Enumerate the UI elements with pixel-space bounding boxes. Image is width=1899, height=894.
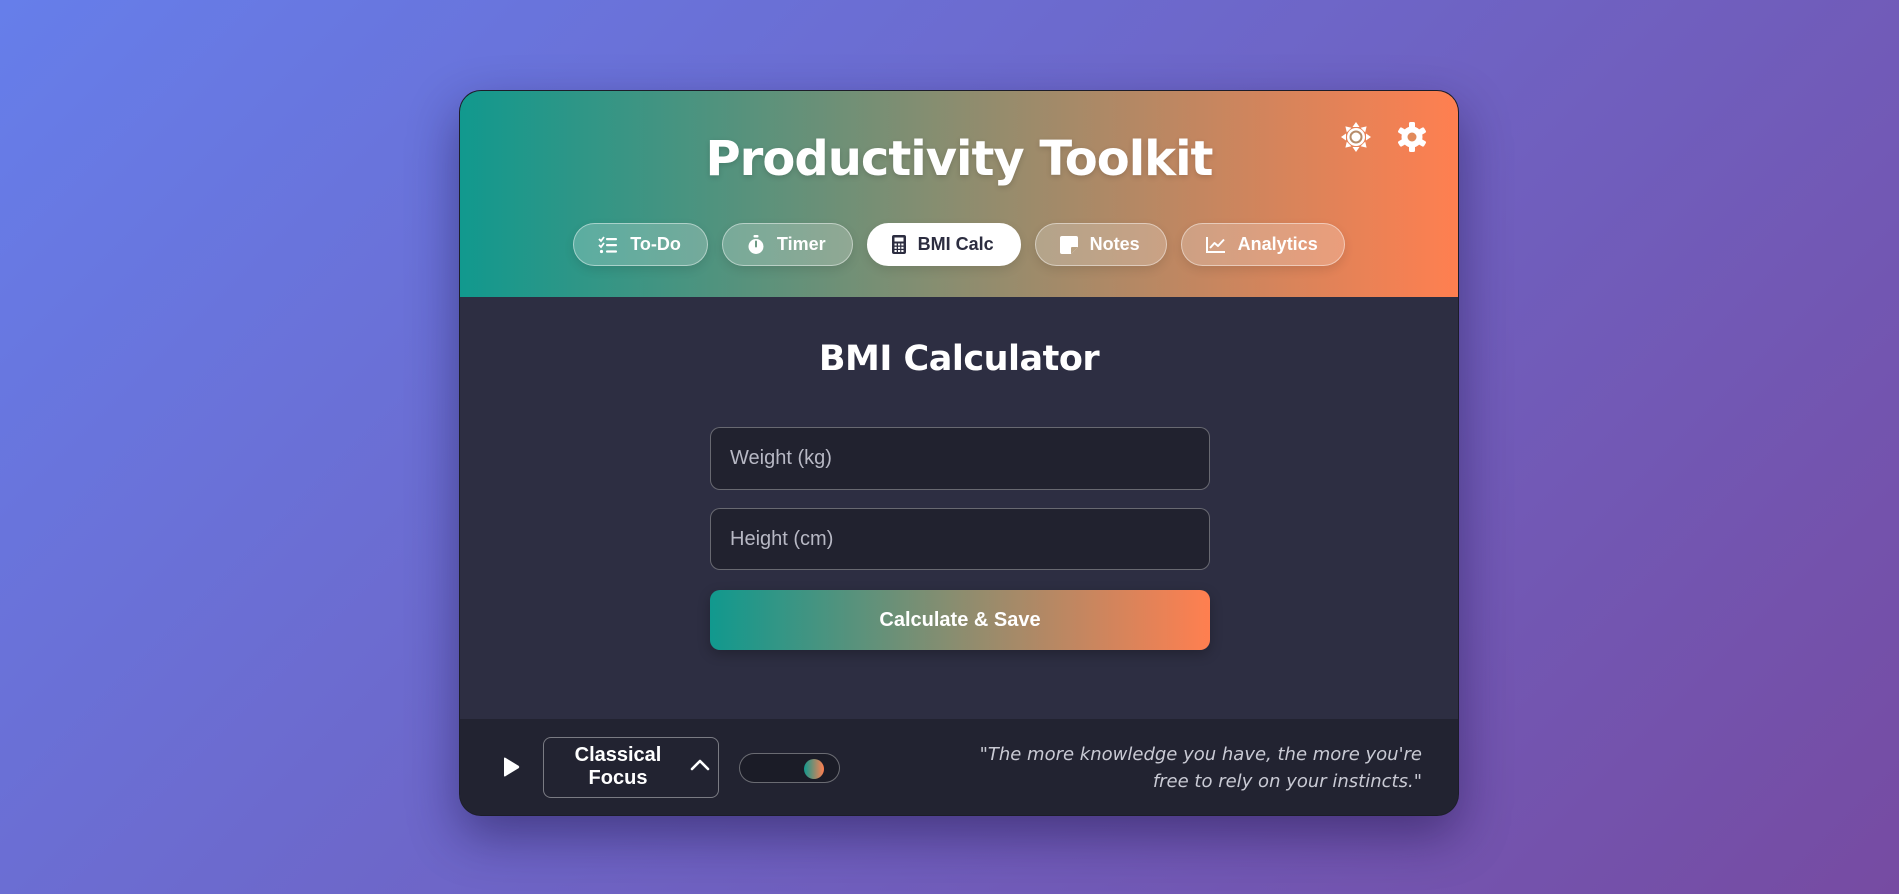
- track-select[interactable]: Classical Focus: [543, 737, 719, 798]
- quote-text: "The more knowledge you have, the more y…: [979, 744, 1422, 792]
- tab-label: Notes: [1089, 234, 1140, 254]
- height-input[interactable]: [710, 508, 1210, 570]
- tab-analytics[interactable]: Analytics: [1180, 223, 1345, 266]
- sun-icon[interactable]: [1338, 119, 1374, 155]
- tab-label: To-Do: [630, 234, 681, 254]
- tab-notes[interactable]: Notes: [1034, 223, 1167, 266]
- calculator-icon: [891, 235, 906, 254]
- tab-label: Timer: [776, 234, 826, 254]
- volume-slider[interactable]: [739, 753, 840, 783]
- chevron-up-icon: [690, 758, 710, 777]
- section-title: BMI Calculator: [818, 339, 1100, 379]
- tab-bmi-calc[interactable]: BMI Calc: [866, 223, 1021, 266]
- app-window: Productivity Toolkit To-Do Timer BMI Cal…: [459, 90, 1459, 816]
- footer-bar: Classical Focus "The more knowledge you …: [460, 719, 1458, 815]
- header-actions: [1338, 119, 1430, 155]
- tab-timer[interactable]: Timer: [721, 223, 853, 266]
- app-title: Productivity Toolkit: [705, 131, 1214, 187]
- tab-label: Analytics: [1237, 234, 1318, 254]
- stopwatch-icon: [747, 234, 765, 255]
- checklist-icon: [598, 235, 618, 254]
- weight-input[interactable]: [710, 427, 1210, 490]
- volume-slider-thumb[interactable]: [803, 759, 824, 779]
- sticky-note-icon: [1059, 235, 1078, 254]
- tab-bar: To-Do Timer BMI Calc Notes Analytics: [460, 223, 1458, 266]
- calculate-save-button[interactable]: Calculate & Save: [710, 590, 1210, 650]
- tab-label: BMI Calc: [917, 234, 994, 254]
- tab-todo[interactable]: To-Do: [573, 223, 708, 266]
- chart-line-icon: [1205, 236, 1226, 253]
- play-icon[interactable]: [496, 752, 526, 782]
- gear-icon[interactable]: [1394, 119, 1430, 155]
- track-name: Classical Focus: [574, 744, 662, 789]
- app-header: Productivity Toolkit To-Do Timer BMI Cal…: [460, 91, 1458, 297]
- bmi-panel: BMI Calculator Calculate & Save: [460, 297, 1458, 719]
